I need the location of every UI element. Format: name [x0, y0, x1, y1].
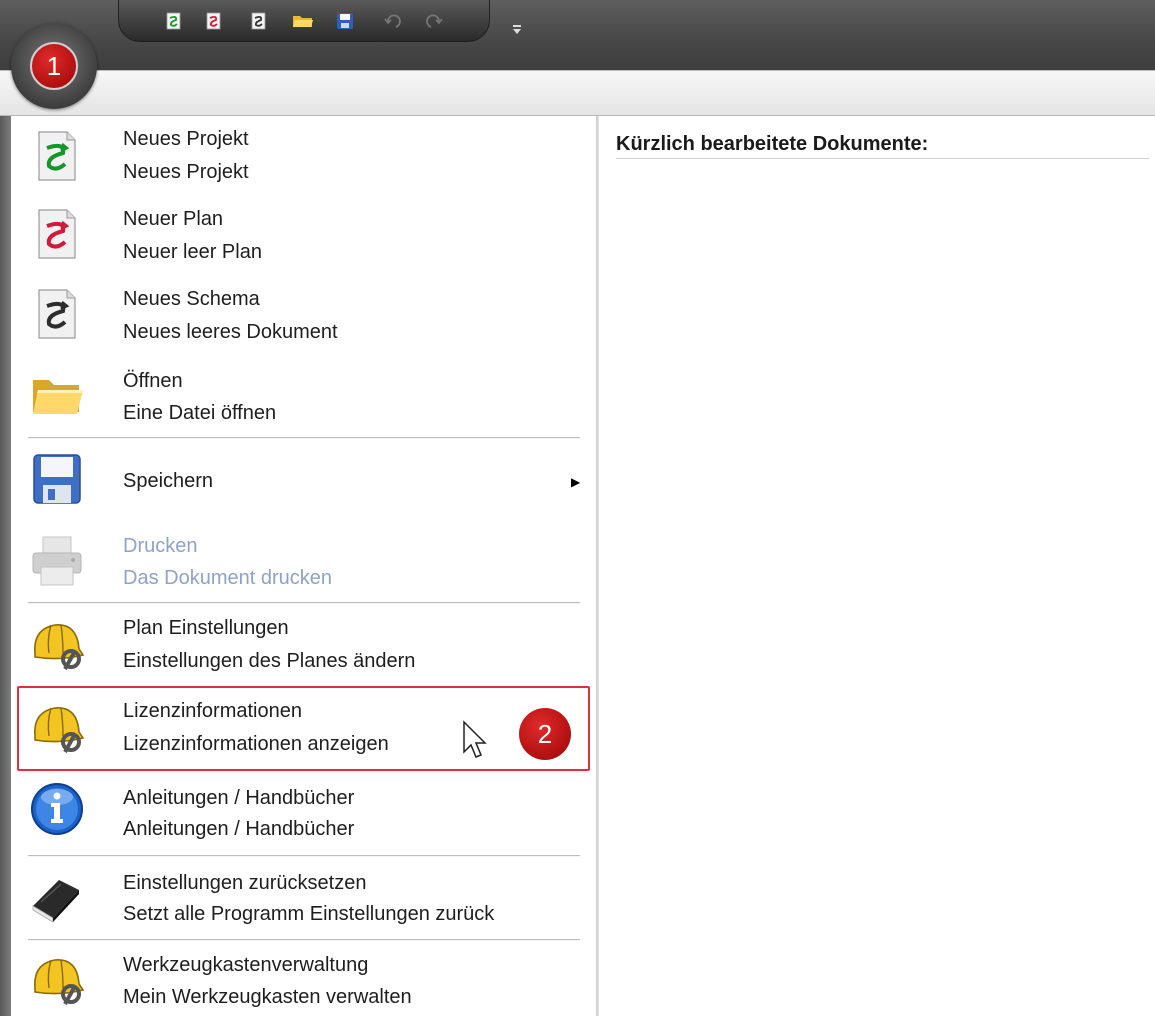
menu-separator-highlight — [28, 856, 580, 857]
menu-item-new-project[interactable]: Neues Projekt Neues Projekt — [11, 118, 595, 198]
menu-item-description: Neuer leer Plan — [123, 241, 262, 263]
gray-document-icon — [38, 289, 76, 339]
green-document-icon — [38, 131, 76, 181]
menu-item-toolbox-management[interactable]: Werkzeugkastenverwaltung Mein Werkzeugka… — [11, 942, 595, 1016]
menu-item-title: Drucken — [123, 535, 198, 557]
menu-separator-highlight — [28, 438, 580, 439]
menu-separator-highlight — [28, 940, 580, 941]
menu-left-border — [0, 116, 11, 1016]
menu-item-description: Das Dokument drucken — [123, 567, 332, 589]
step-badge-1: 1 — [30, 42, 78, 90]
highlight-box — [17, 686, 590, 771]
recent-documents-divider — [616, 158, 1149, 159]
menu-separator-highlight — [28, 603, 580, 604]
menu-item-description: Setzt alle Programm Einstellungen zurück — [123, 903, 495, 925]
menu-item-description: Mein Werkzeugkasten verwalten — [123, 986, 412, 1008]
step-badge-2: 2 — [519, 708, 571, 760]
menu-item-title: Werkzeugkastenverwaltung — [123, 954, 369, 976]
hardhat-wrench-icon — [34, 959, 85, 1005]
new-plan-icon[interactable] — [205, 12, 223, 30]
ribbon-strip — [0, 70, 1155, 116]
new-project-icon[interactable] — [165, 12, 183, 30]
menu-item-description: Anleitungen / Handbücher — [123, 818, 355, 840]
redo-icon[interactable] — [425, 12, 443, 30]
menu-item-reset-settings[interactable]: Einstellungen zurücksetzen Setzt alle Pr… — [11, 858, 595, 938]
hardhat-wrench-icon — [34, 624, 85, 670]
recent-documents-title: Kürzlich bearbeitete Dokumente: — [616, 133, 929, 155]
menu-item-description: Einstellungen des Planes ändern — [123, 650, 416, 672]
printer-icon — [32, 536, 82, 586]
menu-item-description: Neues leeres Dokument — [123, 321, 338, 343]
menu-item-description: Eine Datei öffnen — [123, 402, 277, 424]
folder-icon — [33, 380, 83, 414]
floppy-disk-icon — [33, 454, 81, 504]
menu-item-title: Neues Schema — [123, 288, 260, 310]
menu-item-title: Neues Projekt — [123, 128, 249, 150]
menu-item-title: Einstellungen zurücksetzen — [123, 872, 367, 894]
info-icon — [31, 783, 83, 835]
menu-item-plan-settings[interactable]: Plan Einstellungen Einstellungen des Pla… — [11, 605, 595, 685]
menu-item-description: Neues Projekt — [123, 161, 249, 183]
menu-item-print[interactable]: Drucken Das Dokument drucken — [11, 523, 595, 601]
menu-item-new-plan[interactable]: Neuer Plan Neuer leer Plan — [11, 198, 595, 278]
menu-item-title: Neuer Plan — [123, 208, 224, 230]
menu-item-save[interactable]: Speichern ▶ — [11, 440, 595, 523]
save-icon[interactable] — [336, 12, 354, 30]
open-folder-icon[interactable] — [292, 12, 314, 30]
menu-item-new-schema[interactable]: Neues Schema Neues leeres Dokument — [11, 278, 595, 358]
menu-item-title: Plan Einstellungen — [123, 617, 289, 639]
undo-icon[interactable] — [384, 12, 402, 30]
menu-item-open[interactable]: Öffnen Eine Datei öffnen — [11, 358, 595, 436]
red-document-icon — [38, 209, 76, 259]
new-schema-icon[interactable] — [250, 12, 268, 30]
menu-item-title: Speichern — [123, 470, 214, 492]
menu-item-manuals[interactable]: Anleitungen / Handbücher Anleitungen / H… — [11, 773, 595, 853]
menu-item-title: Anleitungen / Handbücher — [123, 787, 355, 809]
customize-toolbar-icon[interactable] — [512, 24, 522, 36]
mouse-cursor-icon — [463, 720, 487, 758]
menu-item-title: Öffnen — [123, 370, 183, 392]
submenu-arrow-icon: ▶ — [571, 475, 581, 489]
menu-divider — [596, 116, 599, 1016]
eraser-icon — [32, 880, 79, 923]
